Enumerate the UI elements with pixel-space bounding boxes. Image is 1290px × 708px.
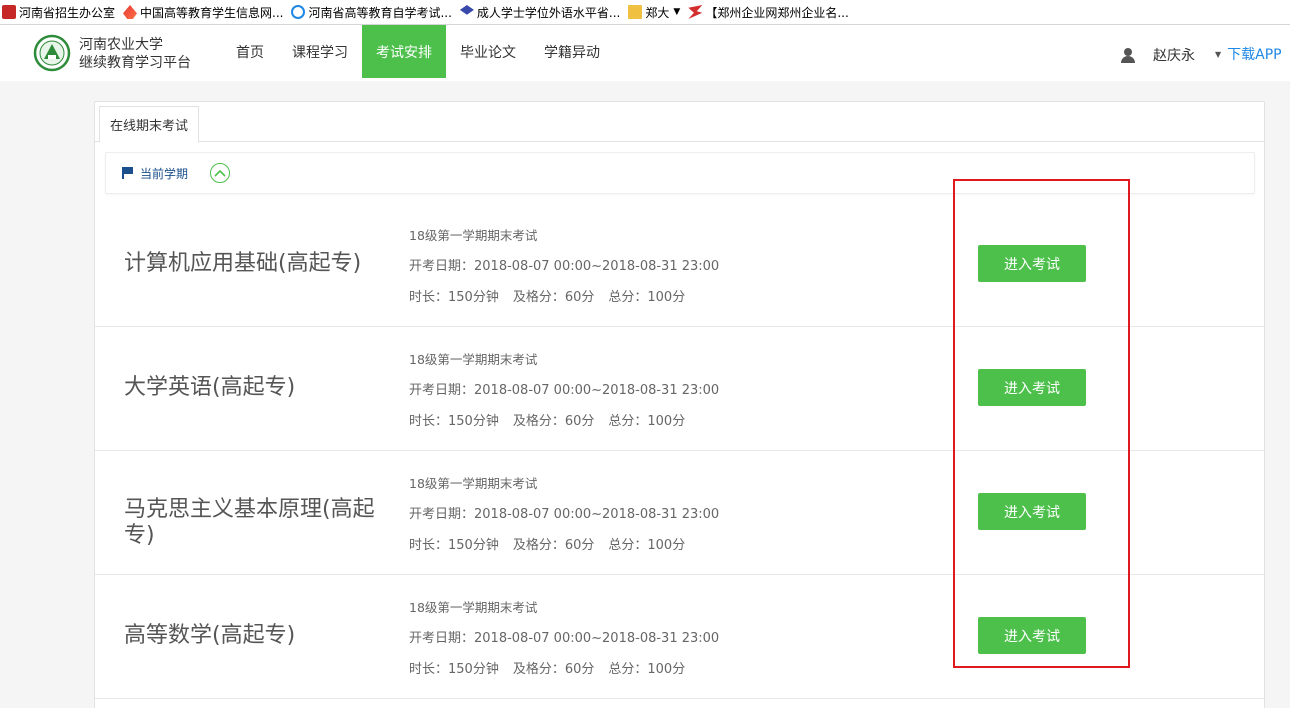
download-app-link[interactable]: ▼ 下载APP: [1215, 44, 1282, 64]
current-term-bar: 当前学期: [105, 152, 1255, 194]
collapse-toggle[interactable]: [210, 163, 231, 183]
course-name: 马克思主义基本原理(高起专): [124, 497, 375, 548]
enter-exam-button[interactable]: 进入考试: [978, 369, 1086, 406]
caret-down-icon: ▼: [1215, 49, 1222, 59]
nav-status-change[interactable]: 学籍异动: [530, 25, 614, 78]
tab-online-final-exam[interactable]: 在线期末考试: [99, 106, 200, 143]
flag-icon: [122, 167, 134, 179]
exam-scores: 时长：150分钟 及格分：60分 总分：100分: [409, 282, 719, 313]
bookmark-label: 【郑州企业网郑州企业名...: [705, 5, 849, 20]
nav-thesis[interactable]: 毕业论文: [446, 25, 530, 78]
exam-total-score: 总分：100分: [608, 290, 686, 305]
bookmark-zikao[interactable]: 河南省高等教育自学考试...: [289, 0, 457, 24]
chevron-down-icon: ▼: [673, 7, 681, 17]
chevron-up-icon: [214, 169, 226, 177]
university-logo[interactable]: [31, 34, 73, 72]
exam-pass-score: 及格分：60分: [512, 538, 595, 553]
folder-icon: [628, 5, 643, 19]
bookmark-chsi[interactable]: 中国高等教育学生信息网...: [121, 0, 289, 24]
user-name: 赵庆永: [1153, 48, 1195, 64]
exam-total-score: 总分：100分: [608, 538, 686, 553]
exam-duration: 时长：150分钟: [409, 414, 499, 429]
bookmark-label: 郑大: [645, 5, 670, 20]
list-item: 大学英语(高起专) 18级第一学期期末考试 开考日期：2018-08-07 00…: [95, 327, 1264, 451]
exam-pass-score: 及格分：60分: [512, 662, 595, 677]
brand-line-2: 继续教育学习平台: [79, 55, 191, 71]
exam-total-score: 总分：100分: [608, 662, 686, 677]
enter-exam-button[interactable]: 进入考试: [978, 245, 1086, 282]
exam-batch: 18级第一学期期末考试: [409, 600, 538, 615]
ie-icon: [291, 5, 306, 19]
bookmark-label: 成人学士学位外语水平省...: [476, 5, 621, 20]
bookmark-zsb[interactable]: 河南省招生办公室: [0, 0, 121, 24]
download-label: 下载APP: [1227, 47, 1282, 63]
exam-duration: 时长：150分钟: [409, 538, 499, 553]
exam-date: 开考日期：2018-08-07 00:00~2018-08-31 23:00: [409, 383, 720, 398]
bookmark-label: 中国高等教育学生信息网...: [140, 5, 284, 20]
list-item: 计算机应用基础(高起专) 18级第一学期期末考试 开考日期：2018-08-07…: [95, 203, 1264, 327]
exam-date: 开考日期：2018-08-07 00:00~2018-08-31 23:00: [409, 507, 720, 522]
exam-scores: 时长：150分钟 及格分：60分 总分：100分: [409, 530, 719, 561]
course-name: 高等数学(高起专): [124, 623, 296, 648]
graduation-cap-icon: [459, 5, 474, 15]
flame-icon: [123, 5, 138, 19]
zz-logo-icon: [688, 5, 703, 19]
exam-panel: 在线期末考试 当前学期 计算机应用基础(高起专) 18级第一学期期末考试 开考日…: [94, 101, 1265, 708]
user-menu[interactable]: 赵庆永: [1121, 45, 1195, 65]
nav-exam-schedule[interactable]: 考试安排: [362, 25, 446, 78]
nav-home[interactable]: 首页: [222, 25, 278, 78]
exam-date: 开考日期：2018-08-07 00:00~2018-08-31 23:00: [409, 259, 720, 274]
brand-name: 河南农业大学 继续教育学习平台: [79, 36, 191, 72]
exam-total-score: 总分：100分: [608, 414, 686, 429]
bookmark-degree[interactable]: 成人学士学位外语水平省...: [458, 0, 626, 24]
bookmark-label: 河南省招生办公室: [19, 5, 116, 20]
brand-line-1: 河南农业大学: [79, 37, 163, 53]
course-name: 大学英语(高起专): [124, 375, 296, 400]
course-meta: 18级第一学期期末考试 开考日期：2018-08-07 00:00~2018-0…: [409, 592, 719, 685]
bookmarks-bar: 河南省招生办公室 中国高等教育学生信息网... 河南省高等教育自学考试... 成…: [0, 0, 1290, 25]
bookmark-label: 河南省高等教育自学考试...: [308, 5, 452, 20]
exam-duration: 时长：150分钟: [409, 290, 499, 305]
exam-batch: 18级第一学期期末考试: [409, 476, 538, 491]
nav-course-study[interactable]: 课程学习: [278, 25, 362, 78]
exam-pass-score: 及格分：60分: [512, 414, 595, 429]
list-item: 高等数学(高起专) 18级第一学期期末考试 开考日期：2018-08-07 00…: [95, 575, 1264, 699]
red-badge-icon: [2, 5, 16, 19]
tab-bar: 在线期末考试: [95, 102, 1264, 143]
main-nav: 首页 课程学习 考试安排 毕业论文 学籍异动: [222, 25, 614, 81]
enter-exam-button[interactable]: 进入考试: [978, 617, 1086, 654]
exam-scores: 时长：150分钟 及格分：60分 总分：100分: [409, 406, 719, 437]
bookmark-folder-zd[interactable]: 郑大 ▼: [626, 0, 686, 24]
current-term-label: 当前学期: [140, 166, 189, 181]
exam-pass-score: 及格分：60分: [512, 290, 595, 305]
enter-exam-button[interactable]: 进入考试: [978, 493, 1086, 530]
exam-batch: 18级第一学期期末考试: [409, 352, 538, 367]
exam-duration: 时长：150分钟: [409, 662, 499, 677]
user-icon: [1121, 47, 1135, 63]
bookmark-zzqy[interactable]: 【郑州企业网郑州企业名...: [686, 0, 854, 24]
exam-batch: 18级第一学期期末考试: [409, 228, 538, 243]
exam-date: 开考日期：2018-08-07 00:00~2018-08-31 23:00: [409, 631, 720, 646]
course-name: 计算机应用基础(高起专): [124, 251, 362, 276]
course-meta: 18级第一学期期末考试 开考日期：2018-08-07 00:00~2018-0…: [409, 220, 719, 313]
exam-scores: 时长：150分钟 及格分：60分 总分：100分: [409, 654, 719, 685]
course-meta: 18级第一学期期末考试 开考日期：2018-08-07 00:00~2018-0…: [409, 468, 719, 561]
list-item: 马克思主义基本原理(高起专) 18级第一学期期末考试 开考日期：2018-08-…: [95, 451, 1264, 575]
top-nav: 河南农业大学 继续教育学习平台 首页 课程学习 考试安排 毕业论文 学籍异动 赵…: [0, 25, 1290, 81]
course-meta: 18级第一学期期末考试 开考日期：2018-08-07 00:00~2018-0…: [409, 344, 719, 437]
